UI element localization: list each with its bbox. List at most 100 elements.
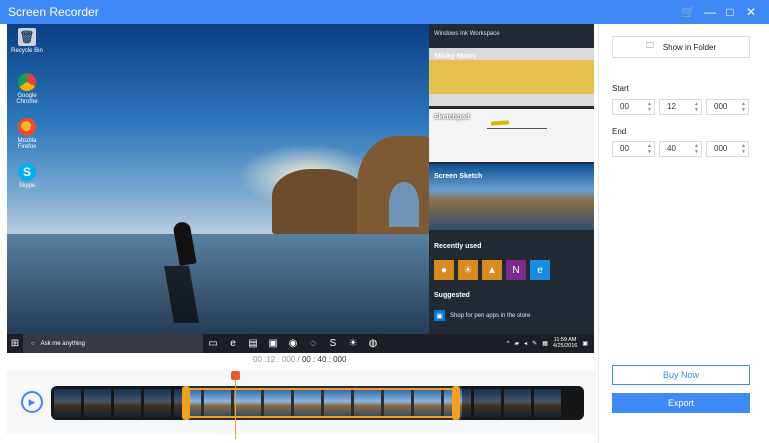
taskbar-search-placeholder: Ask me anything [40, 340, 85, 347]
sticky-notes-label: Sticky Notes [434, 53, 477, 60]
desktop-icon-label: Recycle Bin [11, 48, 43, 54]
playback-timecode: 00 :12 : 000 / 00 : 40 : 000 [253, 355, 346, 364]
taskbar-date: 4/25/2016 [552, 342, 578, 349]
recycle-bin-icon: 🗑 [18, 28, 36, 46]
timeline-panel: ▶ [6, 370, 595, 439]
skype-icon: S [18, 163, 36, 181]
end-hours-field[interactable]: 00 ▲ ▼ [612, 141, 655, 157]
network-icon[interactable]: ▰ [515, 340, 520, 347]
windows-ink-workspace: Windows Ink Workspace Sticky Notes Sketc… [429, 24, 594, 334]
buy-now-button[interactable]: Buy Now [612, 365, 750, 385]
show-in-folder-button[interactable]: 🗀 Show in Folder [612, 36, 750, 58]
end-minutes-value: 40 [667, 144, 676, 153]
end-millis-field[interactable]: 000 ▲ ▼ [706, 141, 749, 157]
chrome-icon [18, 73, 36, 91]
end-label: End [612, 127, 627, 136]
stepper-icon[interactable]: ▲ ▼ [694, 101, 699, 113]
export-sidebar: 🗀 Show in Folder Start 00 ▲ ▼ 12 ▲ ▼ 000 ▲ ▼ E… [598, 24, 769, 443]
timeline-thumbnail [354, 389, 381, 417]
time-separator: / [295, 355, 302, 364]
store-suggestion-text: Shop for pen apps in the store [450, 312, 531, 319]
cortana-search-box[interactable]: ○ Ask me anything [23, 334, 203, 353]
chrome-taskbar-icon[interactable]: ◉ [283, 334, 303, 353]
maximize-icon[interactable]: □ [721, 3, 739, 21]
start-label: Start [612, 84, 629, 93]
stepper-icon[interactable]: ▲ ▼ [647, 143, 652, 155]
edge-taskbar-icon[interactable]: e [223, 334, 243, 353]
video-timeline-strip[interactable] [51, 386, 584, 420]
webcam-taskbar-icon[interactable]: ◍ [363, 334, 383, 353]
video-preview[interactable]: 🗑 Recycle Bin Google Chrome Mozilla Fire… [7, 24, 594, 353]
timeline-thumbnail [294, 389, 321, 417]
end-minutes-field[interactable]: 40 ▲ ▼ [659, 141, 702, 157]
trimmed-region-left [51, 386, 186, 420]
suggested-label: Suggested [434, 292, 470, 299]
trimmed-region-right [462, 386, 584, 420]
tips-taskbar-icon[interactable]: ☀ [343, 334, 363, 353]
stepper-icon[interactable]: ▲ ▼ [694, 143, 699, 155]
cortana-icon: ○ [31, 340, 35, 347]
folder-icon: 🗀 [645, 41, 654, 50]
stepper-icon[interactable]: ▲ ▼ [647, 101, 652, 113]
start-hours-value: 00 [620, 102, 629, 111]
start-millis-value: 000 [714, 102, 728, 111]
timeline-thumbnail [264, 389, 291, 417]
export-button[interactable]: Export [612, 393, 750, 413]
skype-taskbar-icon[interactable]: S [323, 334, 343, 353]
notification-icon[interactable]: ▣ [582, 340, 588, 347]
sketchpad-label: Sketchpad [434, 114, 470, 121]
sketch-stroke [490, 120, 510, 126]
tips-app-icon[interactable]: ☀ [458, 260, 478, 280]
store-icon: ▣ [434, 310, 445, 321]
trim-end-handle[interactable] [452, 386, 460, 420]
trim-start-handle[interactable] [182, 386, 190, 420]
sticky-note-yellow [429, 60, 594, 94]
store-taskbar-icon[interactable]: ▣ [263, 334, 283, 353]
start-hours-field[interactable]: 00 ▲ ▼ [612, 99, 655, 115]
explorer-taskbar-icon[interactable]: ▤ [243, 334, 263, 353]
rock-arch [389, 182, 419, 227]
webcam-app-icon[interactable]: ● [434, 260, 454, 280]
start-minutes-value: 12 [667, 102, 676, 111]
end-millis-value: 000 [714, 144, 728, 153]
window-titlebar: Screen Recorder 🛒 — □ ✕ [0, 0, 769, 24]
desktop-icon-chrome[interactable]: Google Chrome [9, 73, 45, 106]
desktop-icon-recycle-bin[interactable]: 🗑 Recycle Bin [9, 28, 45, 54]
keyboard-icon[interactable]: ▦ [542, 340, 548, 347]
task-view-icon[interactable]: ▭ [203, 334, 223, 353]
windows-start-icon[interactable]: ⊞ [7, 334, 23, 353]
desktop-icon-firefox[interactable]: Mozilla Firefox [9, 118, 45, 151]
cart-icon[interactable]: 🛒 [679, 3, 697, 21]
total-time: 00 : 40 : 000 [301, 355, 347, 364]
timeline-thumbnail [384, 389, 411, 417]
firefox-taskbar-icon[interactable]: ◌ [303, 334, 323, 353]
desktop-icon-label: Mozilla Firefox [17, 138, 37, 151]
minimize-icon[interactable]: — [701, 3, 719, 21]
windows-taskbar: ⊞ ○ Ask me anything ▭ e ▤ ▣ ◉ ◌ S ☀ ◍ ^ … [7, 334, 594, 353]
volume-icon[interactable]: ◂ [524, 340, 527, 347]
start-minutes-field[interactable]: 12 ▲ ▼ [659, 99, 702, 115]
playhead-handle[interactable] [231, 371, 240, 380]
play-button[interactable]: ▶ [21, 391, 43, 413]
ink-workspace-header: Windows Ink Workspace [434, 31, 500, 37]
stepper-icon[interactable]: ▲ ▼ [741, 101, 746, 113]
beach-water [7, 234, 429, 334]
photos-app-icon[interactable]: ▲ [482, 260, 502, 280]
start-millis-field[interactable]: 000 ▲ ▼ [706, 99, 749, 115]
pen-icon[interactable]: ✎ [532, 340, 537, 347]
desktop-icon-label: Skype [18, 183, 36, 189]
show-in-folder-label: Show in Folder [662, 42, 717, 52]
close-icon[interactable]: ✕ [742, 3, 760, 21]
stepper-icon[interactable]: ▲ ▼ [741, 143, 746, 155]
store-suggestion[interactable]: ▣ Shop for pen apps in the store [434, 310, 530, 321]
recently-used-label: Recently used [434, 243, 482, 250]
chevron-up-icon[interactable]: ^ [507, 341, 510, 347]
taskbar-clock[interactable]: 11:59 AM 4/25/2016 [552, 337, 578, 350]
edge-app-icon[interactable]: e [530, 260, 550, 280]
play-icon: ▶ [28, 396, 36, 407]
playhead-line [235, 379, 236, 439]
onenote-app-icon[interactable]: N [506, 260, 526, 280]
current-time: 00 :12 : 000 [253, 355, 296, 364]
desktop-icon-skype[interactable]: S Skype [9, 163, 45, 189]
screen-sketch-label: Screen Sketch [434, 173, 483, 180]
